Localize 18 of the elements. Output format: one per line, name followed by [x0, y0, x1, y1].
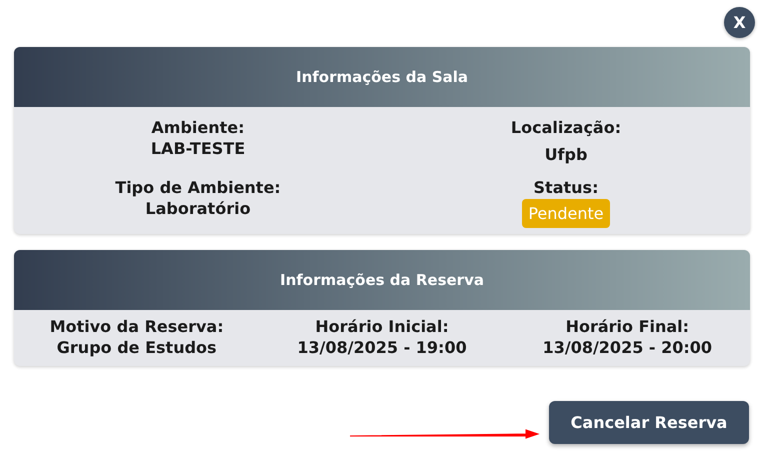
field-label: Tipo de Ambiente:	[115, 177, 281, 198]
field-value: 13/08/2025 - 19:00	[297, 337, 467, 358]
field-value: Laboratório	[145, 198, 251, 219]
cancel-reservation-button[interactable]: Cancelar Reserva	[549, 401, 749, 444]
field-label: Status:	[534, 177, 598, 198]
field-label: Ambiente:	[151, 117, 245, 138]
field-value: LAB-TESTE	[150, 138, 246, 159]
field-value: Grupo de Estudos	[56, 337, 217, 358]
field-label: Localização:	[510, 117, 622, 138]
card-header: Informações da Sala	[14, 47, 750, 107]
close-button[interactable]: X	[724, 7, 755, 38]
card-header: Informações da Reserva	[14, 250, 750, 310]
field-label: Horário Inicial:	[315, 316, 449, 337]
status-badge: Pendente	[522, 199, 610, 228]
field-label: Motivo da Reserva:	[50, 316, 224, 337]
field-value: 13/08/2025 - 20:00	[542, 337, 712, 358]
field-label: Horário Final:	[566, 316, 690, 337]
field-value: Ufpb	[544, 144, 588, 165]
